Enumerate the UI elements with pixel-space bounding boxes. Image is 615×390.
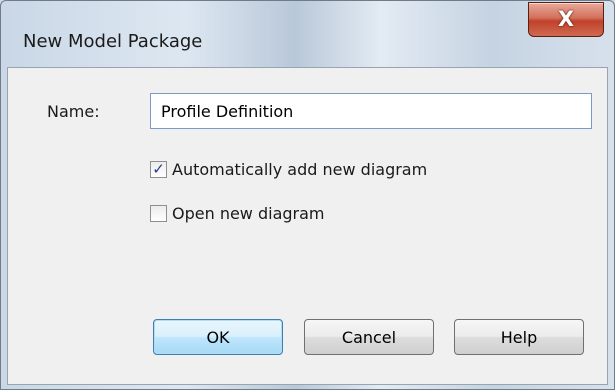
close-icon: X (557, 7, 575, 31)
title-bar[interactable]: New Model Package X (1, 1, 614, 67)
check-mark-icon: ✓ (152, 159, 165, 178)
open-new-diagram-label[interactable]: Open new diagram (172, 204, 325, 223)
cancel-button[interactable]: Cancel (304, 319, 434, 355)
help-button[interactable]: Help (454, 319, 584, 355)
auto-add-diagram-checkbox-row[interactable]: ✓ Automatically add new diagram (150, 158, 427, 180)
dialog-title: New Model Package (23, 31, 203, 52)
open-new-diagram-checkbox-row[interactable]: Open new diagram (150, 202, 325, 224)
name-label: Name: (47, 102, 100, 121)
auto-add-diagram-label[interactable]: Automatically add new diagram (172, 160, 427, 179)
auto-add-diagram-checkbox[interactable]: ✓ (150, 159, 167, 178)
dialog-body: Name: ✓ Automatically add new diagram Op… (7, 67, 608, 385)
open-new-diagram-checkbox[interactable] (150, 204, 167, 222)
name-input[interactable] (150, 93, 592, 129)
close-button[interactable]: X (528, 2, 604, 37)
ok-button[interactable]: OK (153, 319, 283, 355)
dialog-window: New Model Package X Name: ✓ Automaticall… (0, 0, 615, 390)
